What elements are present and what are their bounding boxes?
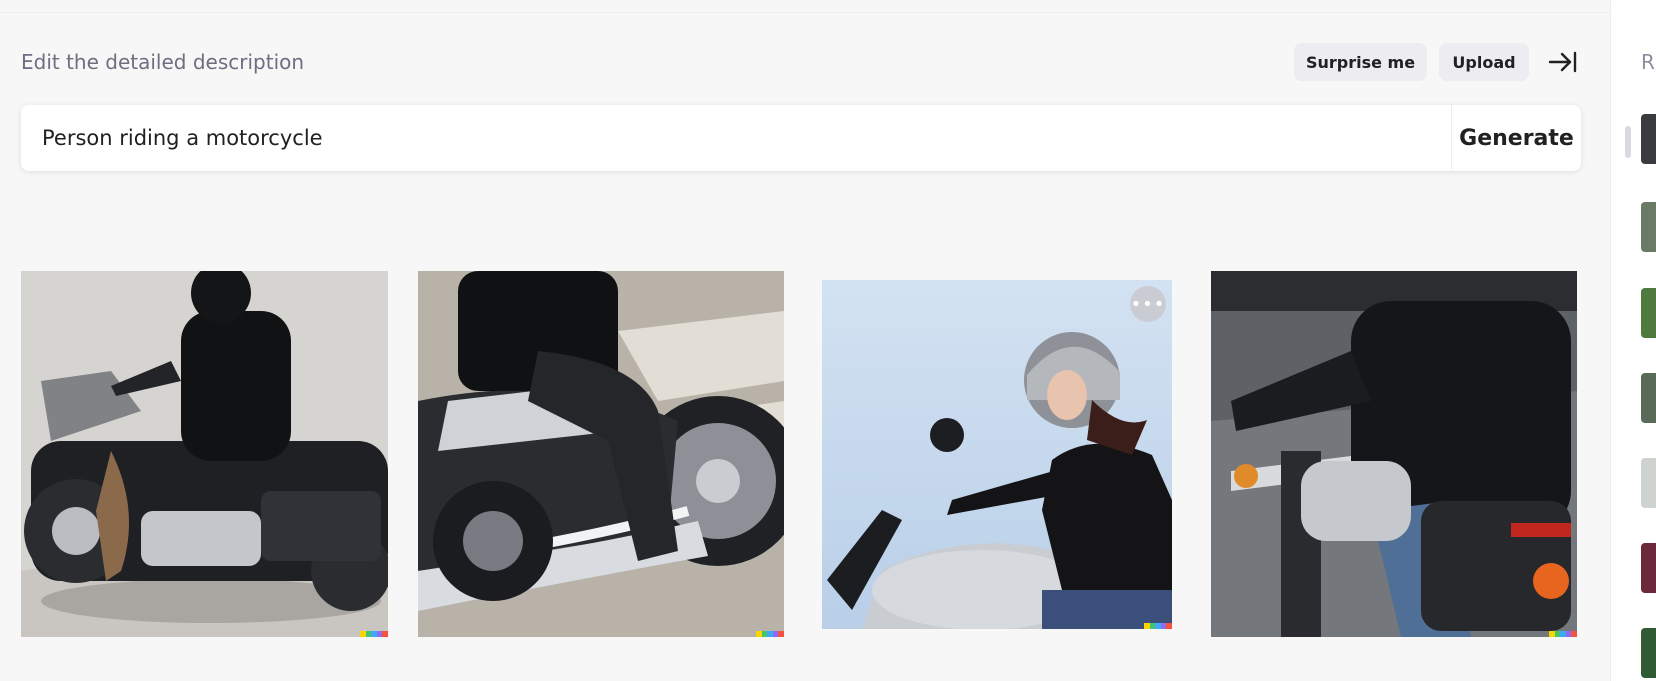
history-thumbnail[interactable] [1641, 114, 1656, 164]
history-panel: R [1610, 0, 1656, 681]
signature-mark [1549, 631, 1577, 637]
history-thumbnail[interactable] [1641, 628, 1656, 678]
history-thumbnail[interactable] [1641, 288, 1656, 338]
signature-mark [756, 631, 784, 637]
result-image-3[interactable]: ••• [822, 280, 1172, 629]
more-options-icon[interactable]: ••• [1130, 286, 1166, 322]
history-scrollbar[interactable] [1625, 126, 1631, 158]
history-panel-label: R [1641, 50, 1655, 74]
prompt-input[interactable] [42, 105, 1442, 171]
motorcycle-rider-image [1211, 271, 1577, 637]
collapse-panel-icon[interactable] [1548, 49, 1578, 75]
signature-mark [1144, 623, 1172, 629]
main-area: Edit the detailed description Surprise m… [0, 0, 1610, 681]
surprise-me-button[interactable]: Surprise me [1294, 43, 1427, 81]
generate-button[interactable]: Generate [1452, 105, 1581, 171]
signature-mark [360, 631, 388, 637]
prompt-bar: Generate [21, 105, 1581, 171]
motorcycle-rider-image [21, 271, 388, 637]
motorcycle-rider-image [418, 271, 784, 637]
result-image-4[interactable] [1211, 271, 1577, 637]
editor-caption: Edit the detailed description [21, 50, 305, 74]
motorcycle-rider-image [822, 280, 1172, 629]
result-image-2[interactable] [418, 271, 784, 637]
history-thumbnail[interactable] [1641, 458, 1656, 508]
history-thumbnail[interactable] [1641, 543, 1656, 593]
history-thumbnail[interactable] [1641, 202, 1656, 252]
history-thumbnail[interactable] [1641, 373, 1656, 423]
result-image-1[interactable] [21, 271, 388, 637]
upload-button[interactable]: Upload [1439, 43, 1529, 81]
